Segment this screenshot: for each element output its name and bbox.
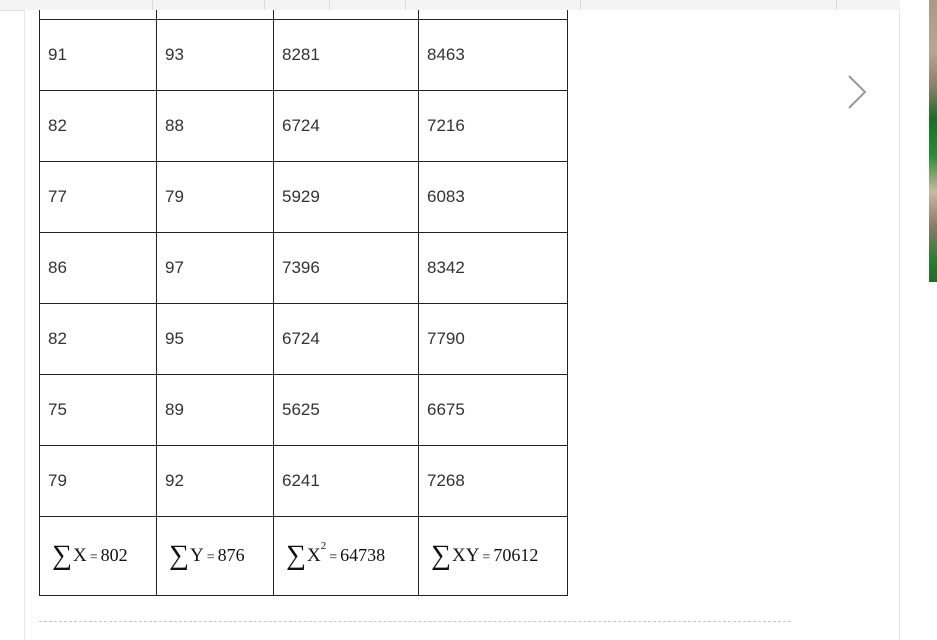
table-row: 82 88 6724 7216: [39, 90, 568, 162]
cell-x: 86: [39, 232, 157, 304]
cell-x: 79: [39, 445, 157, 517]
dashed-divider: [39, 621, 791, 622]
sum-value: 876: [217, 545, 245, 565]
sum-x-cell: ∑X = 802: [39, 516, 157, 596]
table-row: 91 93 8281 8463: [39, 19, 568, 91]
equals-sign: =: [482, 550, 491, 565]
sigma-symbol: ∑: [169, 540, 189, 571]
data-table: 91 93 8281 8463 82 88 6724 7216 77 79 59…: [39, 10, 568, 596]
cell-y: 95: [156, 303, 274, 375]
equals-sign: =: [89, 550, 98, 565]
sum-y-cell: ∑Y = 876: [156, 516, 274, 596]
cell-x2: 6241: [273, 445, 419, 517]
cell-xy: 6675: [418, 374, 568, 446]
top-bar-divider: [264, 0, 265, 10]
cell-x2: 6724: [273, 90, 419, 162]
cell-y: 93: [156, 19, 274, 91]
sum-value: 64738: [340, 545, 386, 565]
sum-variable: X: [72, 545, 87, 566]
cell-x: 77: [39, 161, 157, 233]
cell-xy: 6083: [418, 161, 568, 233]
cell-x: 82: [39, 303, 157, 375]
sum-x2-cell: ∑X2= 64738: [273, 516, 419, 596]
sigma-symbol: ∑: [431, 540, 451, 571]
cell-xy: 7268: [418, 445, 568, 517]
sigma-symbol: ∑: [52, 540, 72, 571]
superscript-exponent: 2: [320, 540, 327, 552]
cell-x: 82: [39, 90, 157, 162]
cell-x2: 8281: [273, 19, 419, 91]
sum-variable: XY: [451, 545, 480, 566]
table-row-top-cutoff: [39, 10, 568, 20]
top-bar-divider: [329, 0, 330, 10]
sum-xy-cell: ∑XY = 70612: [418, 516, 568, 596]
equals-sign: =: [329, 550, 338, 565]
table-row: 77 79 5929 6083: [39, 161, 568, 233]
cell-xy: 7216: [418, 90, 568, 162]
cell-y: 97: [156, 232, 274, 304]
cell-xy: 8463: [418, 19, 568, 91]
cell-x2: 5625: [273, 374, 419, 446]
cell-x: 75: [39, 374, 157, 446]
sum-value: 802: [100, 545, 128, 565]
cell-y: 79: [156, 161, 274, 233]
cell-xy: 7790: [418, 303, 568, 375]
table-row: 82 95 6724 7790: [39, 303, 568, 375]
top-bar-divider: [405, 0, 406, 10]
chevron-right-icon: [848, 75, 867, 109]
adjacent-image-edge: [929, 0, 937, 282]
sigma-symbol: ∑: [286, 540, 306, 571]
cell-y: 88: [156, 90, 274, 162]
cell-x: 91: [39, 19, 157, 91]
sum-value: 70612: [493, 545, 539, 565]
top-bar-divider: [836, 0, 837, 10]
cell-x2: 7396: [273, 232, 419, 304]
cell-y: 92: [156, 445, 274, 517]
table-sum-row: ∑X = 802 ∑Y = 876 ∑X2= 64738 ∑XY = 70612: [39, 516, 568, 596]
cell-x2: 6724: [273, 303, 419, 375]
cell-y: 89: [156, 374, 274, 446]
table-row: 79 92 6241 7268: [39, 445, 568, 517]
next-button[interactable]: [843, 72, 869, 112]
sum-variable: X: [306, 545, 321, 566]
table-row: 75 89 5625 6675: [39, 374, 568, 446]
top-bar-divider: [580, 0, 581, 10]
cell-x2: 5929: [273, 161, 419, 233]
top-bar-divider: [152, 0, 153, 10]
sum-variable: Y: [189, 545, 204, 566]
table-row: 86 97 7396 8342: [39, 232, 568, 304]
cell-xy: 8342: [418, 232, 568, 304]
equals-sign: =: [206, 550, 215, 565]
